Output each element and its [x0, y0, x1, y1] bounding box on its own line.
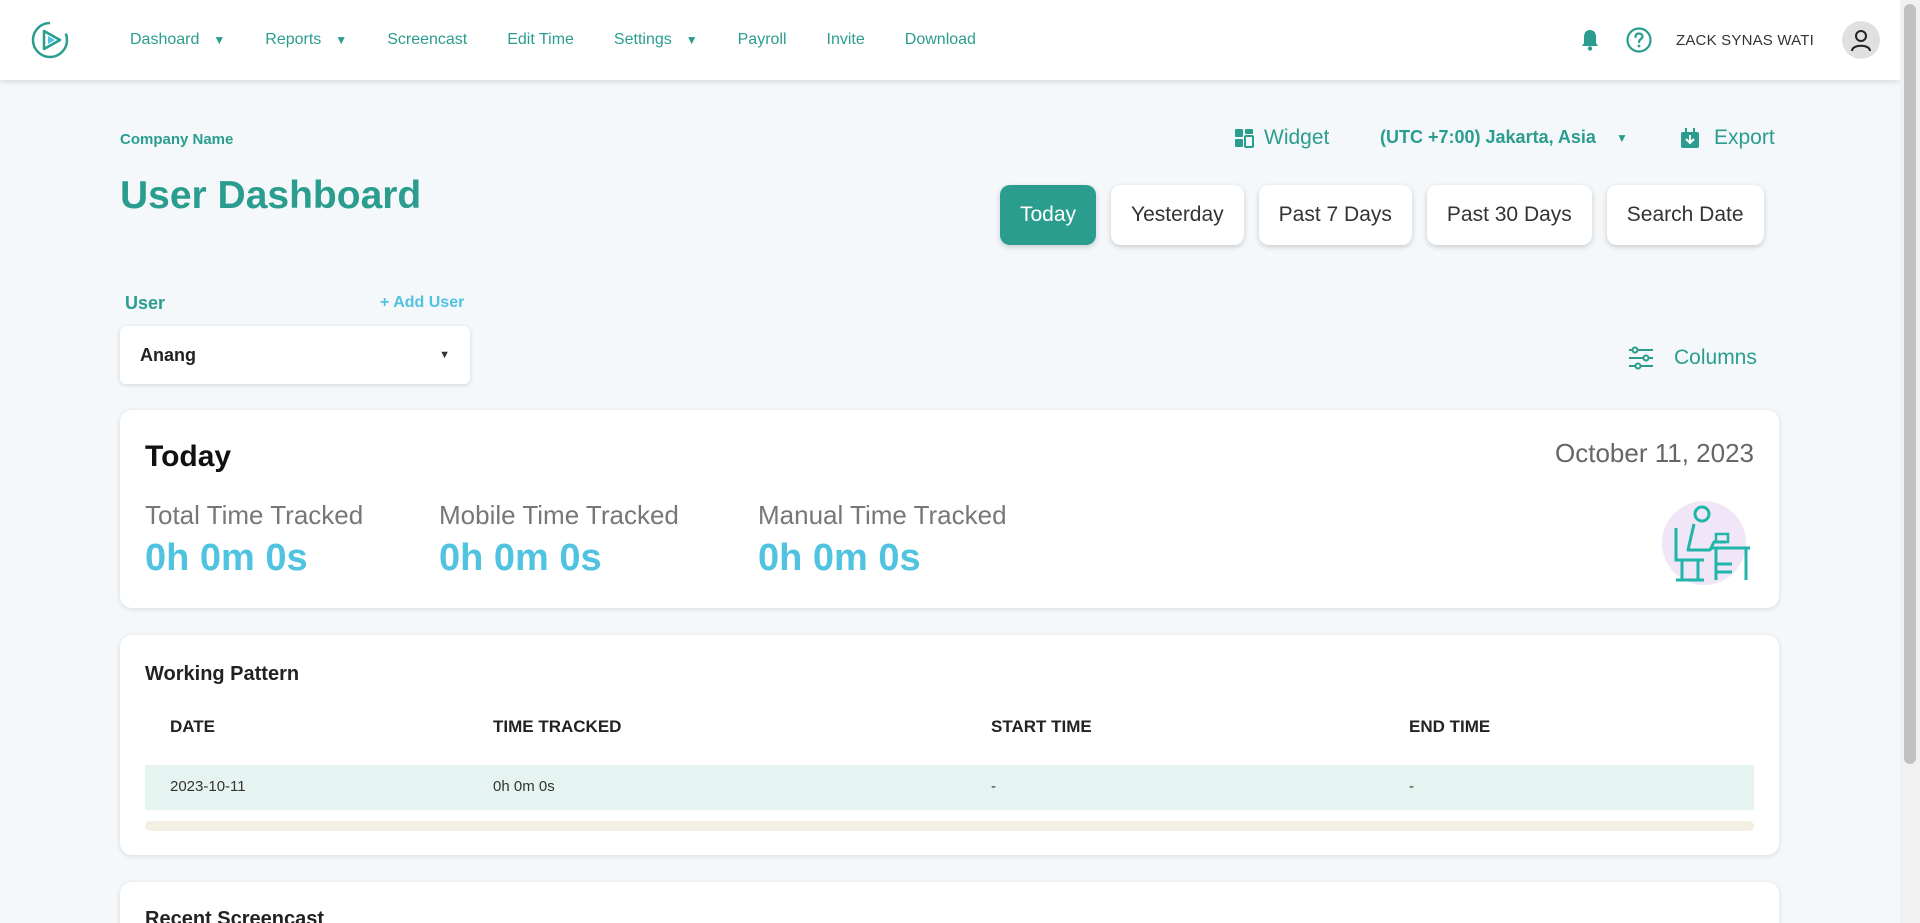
working-pattern-title: Working Pattern [145, 663, 300, 685]
current-user-name[interactable]: ZACK SYNAS WATI [1676, 32, 1814, 49]
nav-edit-time[interactable]: Edit Time [507, 31, 574, 49]
nav-payroll-label: Payroll [737, 31, 787, 48]
nav-edit-time-label: Edit Time [507, 31, 574, 48]
cell-time-tracked: 0h 0m 0s [493, 778, 555, 795]
stat-label: Mobile Time Tracked [439, 500, 679, 530]
working-pattern-card: Working Pattern DATE TIME TRACKED START … [120, 635, 1779, 855]
nav-screencast[interactable]: Screencast [387, 31, 467, 49]
user-select[interactable]: Anang ▼ [120, 326, 470, 384]
stat-label: Total Time Tracked [145, 500, 364, 530]
table-row[interactable]: 2023-10-11 0h 0m 0s - - [145, 765, 1754, 810]
column-header-date: DATE [170, 717, 216, 736]
stat-value: 0h 0m 0s [758, 537, 921, 579]
cell-start-time: - [991, 778, 996, 795]
columns-button[interactable]: Columns [1628, 346, 1757, 370]
nav-download[interactable]: Download [905, 31, 976, 49]
range-today-button[interactable]: Today [1000, 185, 1097, 245]
widget-label: Widget [1264, 126, 1330, 149]
bell-icon[interactable] [1578, 28, 1602, 52]
nav-dashboard-label: Dashoard [130, 31, 200, 48]
columns-label: Columns [1674, 346, 1757, 369]
nav-reports[interactable]: Reports ▼ [265, 31, 347, 49]
chevron-down-icon: ▼ [1615, 130, 1628, 145]
user-filter-label: User [125, 293, 166, 313]
cell-end-time: - [1409, 778, 1414, 795]
cell-date: 2023-10-11 [170, 778, 246, 795]
export-label: Export [1714, 126, 1775, 149]
table-horizontal-scrollbar[interactable] [145, 821, 1754, 831]
nav-payroll[interactable]: Payroll [738, 31, 787, 49]
range-past-30-days-button[interactable]: Past 30 Days [1426, 185, 1592, 245]
widget-button[interactable]: Widget [1234, 126, 1329, 150]
nav-settings-label: Settings [613, 31, 672, 48]
column-header-end-time: END TIME [1409, 717, 1491, 736]
help-icon[interactable] [1626, 27, 1652, 53]
nav-invite-label: Invite [826, 31, 865, 48]
today-card-date: October 11, 2023 [1555, 438, 1754, 468]
today-card-title: Today [145, 440, 232, 473]
page-title: User Dashboard [120, 174, 422, 217]
user-icon [1851, 30, 1871, 52]
timezone-select[interactable]: (UTC +7:00) Jakarta, Asia ▼ [1380, 127, 1628, 148]
top-navbar: Dashoard ▼ Reports ▼ Screencast Edit Tim… [0, 0, 1900, 80]
search-date-button[interactable]: Search Date [1606, 185, 1764, 245]
company-name: Company Name [120, 131, 234, 148]
range-yesterday-button[interactable]: Yesterday [1111, 185, 1244, 245]
recent-screencast-title: Recent Screencast [145, 908, 324, 923]
chevron-down-icon: ▼ [213, 33, 226, 47]
timezone-value: (UTC +7:00) Jakarta, Asia [1380, 127, 1596, 147]
worker-at-desk-illustration [1654, 498, 1754, 588]
table-header: DATE TIME TRACKED START TIME END TIME [145, 705, 1754, 745]
nav-settings[interactable]: Settings ▼ [614, 31, 698, 49]
stat-value: 0h 0m 0s [439, 537, 602, 579]
today-summary-card: Today October 11, 2023 Total Time Tracke… [120, 410, 1779, 608]
nav-invite[interactable]: Invite [827, 31, 865, 49]
chevron-down-icon: ▼ [685, 33, 698, 47]
manual-time-stat: Manual Time Tracked 0h 0m 0s [758, 500, 1007, 580]
app-logo-icon[interactable] [30, 20, 70, 60]
total-time-stat: Total Time Tracked 0h 0m 0s [145, 500, 363, 580]
widget-icon [1235, 129, 1254, 148]
header-tools: ZACK SYNAS WATI [1578, 0, 1880, 80]
sliders-icon [1629, 346, 1653, 370]
date-range-group: Today Yesterday Past 7 Days Past 30 Days… [1000, 185, 1764, 245]
nav-download-label: Download [904, 31, 976, 48]
chevron-down-icon: ▼ [439, 349, 450, 361]
export-button[interactable]: Export [1680, 126, 1775, 150]
user-select-value: Anang [140, 344, 196, 365]
page-scrollbar[interactable] [1900, 0, 1920, 923]
avatar[interactable] [1842, 21, 1880, 59]
scrollbar-thumb[interactable] [1904, 4, 1916, 764]
column-header-time-tracked: TIME TRACKED [493, 717, 622, 736]
nav-screencast-label: Screencast [387, 31, 468, 48]
add-user-link[interactable]: + Add User [380, 294, 464, 312]
nav-dashboard[interactable]: Dashoard ▼ [130, 31, 225, 49]
range-past-7-days-button[interactable]: Past 7 Days [1258, 185, 1412, 245]
stat-value: 0h 0m 0s [145, 537, 308, 579]
export-icon [1681, 128, 1699, 148]
stat-label: Manual Time Tracked [758, 500, 1007, 530]
chevron-down-icon: ▼ [335, 33, 348, 47]
recent-screencast-card: Recent Screencast [120, 882, 1779, 923]
nav-reports-label: Reports [265, 31, 322, 48]
mobile-time-stat: Mobile Time Tracked 0h 0m 0s [439, 500, 679, 580]
main-nav: Dashoard ▼ Reports ▼ Screencast Edit Tim… [130, 0, 1016, 80]
column-header-start-time: START TIME [991, 717, 1092, 736]
